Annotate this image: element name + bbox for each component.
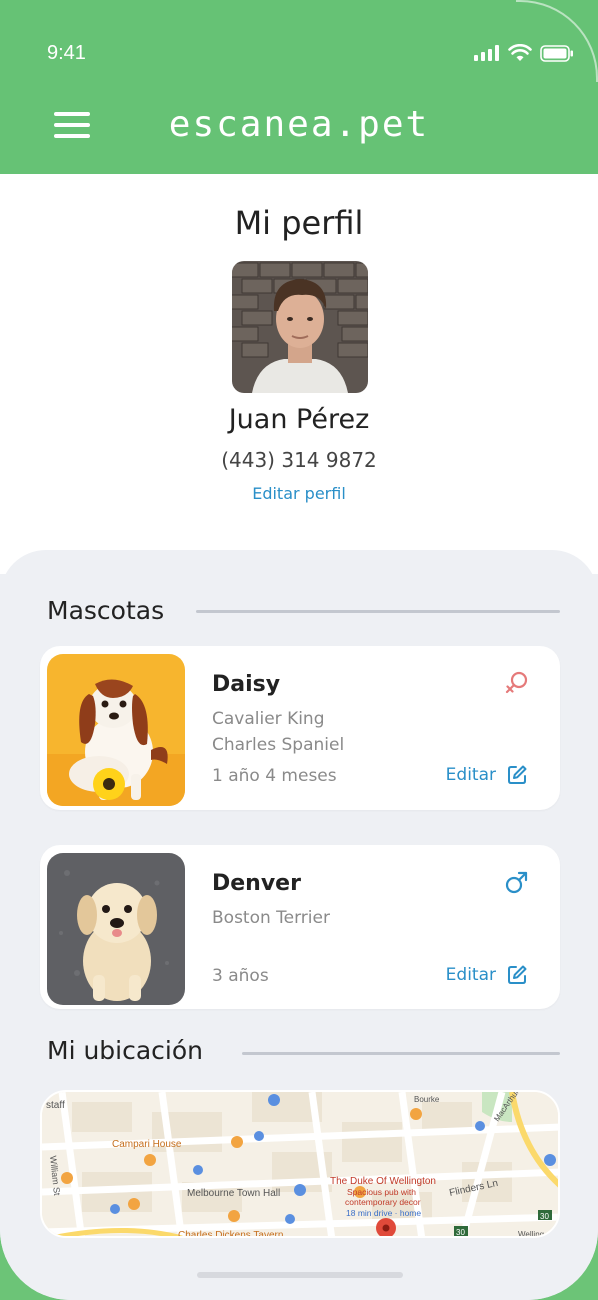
profile-section: Mi perfil Juan Pérez (443) 314 9872 Edit… bbox=[0, 174, 598, 574]
edit-pet-label: Editar bbox=[445, 965, 496, 985]
status-time: 9:41 bbox=[47, 42, 86, 64]
app-screen: 9:41 escanea.pet Mi perfil Juan Pérez (4… bbox=[0, 0, 598, 1300]
pet-age: 3 años bbox=[212, 966, 269, 986]
home-indicator bbox=[197, 1272, 403, 1278]
edit-icon bbox=[508, 965, 527, 984]
location-section-title: Mi ubicación bbox=[47, 1036, 204, 1065]
profile-phone: (443) 314 9872 bbox=[221, 448, 377, 472]
page-title: Mi perfil bbox=[234, 204, 364, 242]
app-header: 9:41 escanea.pet bbox=[0, 0, 598, 174]
divider bbox=[242, 1052, 560, 1055]
app-brand: escanea.pet bbox=[168, 104, 430, 145]
pet-breed-line: Boston Terrier bbox=[212, 908, 330, 928]
pet-name: Denver bbox=[212, 871, 301, 896]
map-label: 18 min drive · home bbox=[346, 1208, 421, 1218]
map-label: Spacious pub with bbox=[347, 1187, 416, 1197]
pet-breed: Boston Terrier bbox=[212, 905, 412, 931]
edit-pet-label: Editar bbox=[445, 765, 496, 785]
map-label: Bourke bbox=[414, 1095, 440, 1104]
battery-icon bbox=[540, 44, 573, 62]
edit-profile-link[interactable]: Editar perfil bbox=[0, 484, 598, 503]
map-label: 30 bbox=[540, 1212, 549, 1221]
edit-pet-button[interactable]: Editar bbox=[446, 964, 528, 986]
avatar bbox=[232, 261, 368, 393]
map-label: Charles Dickens Tavern bbox=[178, 1230, 283, 1238]
map-label: Welling bbox=[518, 1230, 544, 1238]
pet-photo-denver bbox=[47, 853, 185, 1005]
divider bbox=[196, 610, 560, 613]
profile-name: Juan Pérez bbox=[228, 404, 370, 435]
map-label: 30 bbox=[456, 1228, 465, 1237]
signal-icon bbox=[474, 45, 499, 61]
female-icon bbox=[505, 671, 528, 694]
pet-name: Daisy bbox=[212, 672, 281, 697]
edit-icon bbox=[508, 765, 527, 784]
status-icons bbox=[474, 44, 574, 62]
map-label: Campari House bbox=[112, 1139, 182, 1150]
device-corner bbox=[516, 0, 598, 82]
pets-section-title: Mascotas bbox=[47, 596, 165, 625]
map-label: staff bbox=[46, 1100, 65, 1111]
pet-card[interactable]: Denver Boston Terrier 3 años Editar bbox=[40, 845, 560, 1009]
pets-panel: Mascotas Daisy Cavalier King Charles Spa… bbox=[0, 550, 598, 1300]
pet-breed: Cavalier King Charles Spaniel bbox=[212, 706, 412, 758]
pet-photo-daisy bbox=[47, 654, 185, 806]
pet-breed-line: Cavalier King bbox=[212, 709, 325, 729]
edit-pet-button[interactable]: Editar bbox=[446, 764, 528, 786]
pet-card[interactable]: Daisy Cavalier King Charles Spaniel 1 añ… bbox=[40, 646, 560, 810]
pet-breed-line: Charles Spaniel bbox=[212, 735, 345, 755]
male-icon bbox=[505, 871, 528, 894]
location-map[interactable]: staff Campari House Melbourne Town Hall … bbox=[40, 1090, 560, 1238]
map-label: Melbourne Town Hall bbox=[187, 1188, 280, 1199]
pet-age: 1 año 4 meses bbox=[212, 766, 337, 786]
map-label: contemporary decor bbox=[345, 1197, 421, 1207]
map-label: The Duke Of Wellington bbox=[330, 1176, 436, 1187]
wifi-icon bbox=[508, 44, 532, 61]
